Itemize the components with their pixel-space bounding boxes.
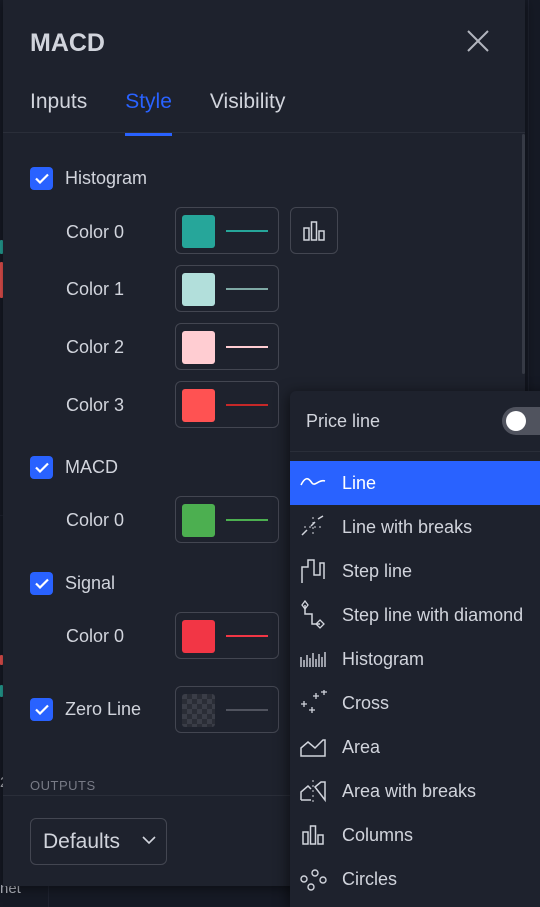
line-preview — [226, 230, 268, 232]
divider — [290, 451, 540, 452]
color-swatch — [182, 273, 215, 306]
macd-checkbox[interactable] — [30, 456, 53, 479]
price-line-toggle[interactable] — [502, 407, 540, 435]
signal-checkbox[interactable] — [30, 572, 53, 595]
toggle-knob — [506, 411, 526, 431]
plot-type-label: Circles — [342, 868, 398, 889]
plot-type-label: Area — [342, 736, 381, 757]
plot-type-label: Columns — [342, 824, 414, 845]
area-with-breaks-icon — [300, 780, 326, 803]
close-button[interactable] — [465, 28, 491, 54]
signal-color-button[interactable] — [175, 612, 279, 659]
color-label: Color 0 — [66, 626, 125, 646]
circles-icon — [300, 869, 327, 891]
line-preview — [226, 519, 268, 521]
color-swatch — [182, 620, 215, 653]
color-swatch — [182, 504, 215, 537]
signal-row: Signal — [30, 572, 115, 595]
histogram-color-0-button[interactable] — [175, 207, 279, 254]
color-swatch — [182, 215, 215, 248]
zero-line-row: Zero Line — [30, 698, 141, 721]
checkmark-icon — [34, 578, 49, 589]
tab-visibility[interactable]: Visibility — [210, 88, 285, 134]
dialog-title: MACD — [30, 29, 105, 57]
plot-type-cross[interactable]: Cross — [290, 681, 540, 725]
plot-type-area[interactable]: Area — [290, 725, 540, 769]
divider — [3, 132, 525, 133]
plot-type-button[interactable] — [290, 207, 338, 254]
color-label: Color 2 — [66, 337, 125, 357]
checkmark-icon — [34, 704, 49, 715]
signal-label: Signal — [65, 573, 116, 593]
macd-color-button[interactable] — [175, 496, 279, 543]
zero-line-label: Zero Line — [65, 699, 142, 719]
columns-icon — [302, 825, 324, 845]
plot-type-circles[interactable]: Circles — [290, 857, 540, 901]
plot-type-line[interactable]: Line — [290, 461, 540, 505]
color-swatch — [182, 389, 215, 422]
macd-label: MACD — [65, 457, 118, 477]
close-icon — [467, 30, 489, 52]
plot-type-dropdown: Price line Line Line with breaks Step li… — [290, 391, 540, 907]
checkmark-icon — [34, 462, 49, 473]
macd-row: MACD — [30, 456, 118, 479]
tab-inputs[interactable]: Inputs — [30, 88, 87, 134]
color-label: Color 3 — [66, 395, 125, 415]
plot-type-label: Step line with diamond — [342, 604, 524, 625]
price-line-label: Price line — [306, 411, 381, 431]
chevron-down-icon — [142, 836, 156, 845]
color-label: Color 0 — [66, 510, 125, 530]
zero-line-color-button[interactable] — [175, 686, 279, 733]
plot-type-label: Area with breaks — [342, 780, 477, 801]
plot-type-label: Histogram — [342, 648, 425, 669]
plot-type-histogram[interactable]: Histogram — [290, 637, 540, 681]
step-line-icon — [301, 559, 325, 583]
line-preview — [226, 709, 268, 711]
cross-icon — [301, 690, 327, 713]
scrollbar[interactable] — [522, 134, 525, 374]
histogram-label: Histogram — [65, 168, 148, 188]
histogram-color-3-button[interactable] — [175, 381, 279, 428]
line-preview — [226, 346, 268, 348]
histogram-checkbox[interactable] — [30, 167, 53, 190]
step-line-diamond-icon — [301, 600, 325, 629]
histogram-row: Histogram — [30, 167, 147, 190]
plot-type-step-line[interactable]: Step line — [290, 549, 540, 593]
color-swatch — [182, 694, 215, 727]
plot-type-label: Line with breaks — [342, 516, 473, 537]
plot-type-label: Cross — [342, 692, 390, 713]
plot-type-line-with-breaks[interactable]: Line with breaks — [290, 505, 540, 549]
histogram-icon — [300, 652, 326, 667]
tab-style[interactable]: Style — [125, 88, 172, 136]
color-swatch — [182, 331, 215, 364]
histogram-color-1-button[interactable] — [175, 265, 279, 312]
plot-type-columns[interactable]: Columns — [290, 813, 540, 857]
line-icon — [300, 477, 326, 486]
zero-line-checkbox[interactable] — [30, 698, 53, 721]
area-icon — [300, 739, 326, 757]
checkmark-icon — [34, 173, 49, 184]
plot-type-label: Line — [342, 472, 377, 493]
histogram-color-2-button[interactable] — [175, 323, 279, 370]
tab-bar: Inputs Style Visibility — [30, 88, 323, 136]
defaults-button[interactable]: Defaults — [30, 818, 167, 865]
section-header-outputs: OUTPUTS — [30, 778, 96, 793]
line-preview — [226, 288, 268, 290]
line-preview — [226, 635, 268, 637]
color-label: Color 0 — [66, 222, 125, 242]
defaults-label: Defaults — [43, 829, 121, 853]
line-with-breaks-icon — [301, 515, 324, 537]
columns-icon — [303, 220, 325, 241]
plot-type-step-line-diamond[interactable]: Step line with diamond — [290, 593, 540, 637]
plot-type-label: Step line — [342, 560, 413, 581]
line-preview — [226, 404, 268, 406]
plot-type-area-with-breaks[interactable]: Area with breaks — [290, 769, 540, 813]
color-label: Color 1 — [66, 279, 125, 299]
